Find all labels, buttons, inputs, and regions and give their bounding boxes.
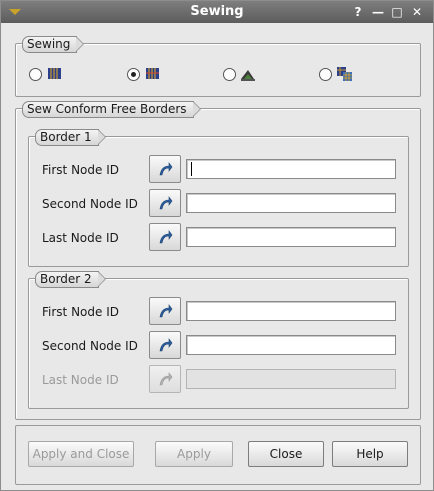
second-node-id-input[interactable] <box>186 193 396 213</box>
sewing-group: Sewing <box>15 36 421 97</box>
mode-radio-side-elements[interactable] <box>319 68 332 81</box>
apply-and-close-button[interactable]: Apply and Close <box>28 441 134 467</box>
side-elements-icon <box>337 67 352 81</box>
last-node-id-input[interactable] <box>186 227 396 247</box>
mode-radio-free-borders[interactable] <box>29 68 42 81</box>
selection-arrow-icon <box>159 372 173 386</box>
apply-button[interactable]: Apply <box>155 441 233 467</box>
free-borders-icon <box>48 68 61 79</box>
second-node-label: Second Node ID <box>42 197 138 211</box>
window-title: Sewing <box>190 4 244 19</box>
sew-conform-free-borders-group: Sew Conform Free Borders Border 1 First … <box>15 101 421 420</box>
help-title-button[interactable]: ? <box>350 4 366 20</box>
text-cursor <box>191 162 192 176</box>
first-node-select-button[interactable] <box>149 155 181 183</box>
mode-radio-border-to-side[interactable] <box>223 68 236 81</box>
selection-arrow-icon <box>159 196 173 210</box>
last-node-id-input[interactable] <box>186 369 396 389</box>
selection-arrow-icon <box>159 338 173 352</box>
title-bar[interactable]: Sewing ? — □ ✕ <box>1 1 433 23</box>
second-node-select-button[interactable] <box>149 331 181 359</box>
border-to-side-icon <box>241 70 255 81</box>
first-node-label: First Node ID <box>42 163 119 177</box>
selection-arrow-icon <box>159 230 173 244</box>
border-1-group: Border 1 First Node ID Second Node ID La… <box>28 129 409 267</box>
first-node-id-input[interactable] <box>186 301 396 321</box>
second-node-id-input[interactable] <box>186 335 396 355</box>
help-button[interactable]: Help <box>332 441 408 467</box>
last-node-label: Last Node ID <box>42 231 119 245</box>
sewing-dialog: Sewing ? — □ ✕ Sewing Sew Conform Free B… <box>0 0 434 491</box>
conform-free-borders-icon <box>146 68 159 79</box>
last-node-select-button[interactable] <box>149 223 181 251</box>
mode-radio-conform-free-borders[interactable] <box>127 68 140 81</box>
last-node-select-button[interactable] <box>149 365 181 393</box>
first-node-label: First Node ID <box>42 305 119 319</box>
button-panel: Apply and Close Apply Close Help <box>15 425 421 485</box>
border-1-label: Border 1 <box>35 129 106 146</box>
selection-arrow-icon <box>159 304 173 318</box>
minimize-button[interactable]: — <box>370 4 386 20</box>
second-node-select-button[interactable] <box>149 189 181 217</box>
last-node-label: Last Node ID <box>42 373 119 387</box>
maximize-button[interactable]: □ <box>389 4 405 20</box>
dialog-content: Sewing Sew Conform Free Borders Border 1… <box>1 23 433 490</box>
sewing-group-label: Sewing <box>22 36 85 53</box>
border-2-group: Border 2 First Node ID Second Node ID La… <box>28 271 409 409</box>
conform-group-label: Sew Conform Free Borders <box>22 101 201 118</box>
close-window-button[interactable]: ✕ <box>409 4 425 20</box>
first-node-select-button[interactable] <box>149 297 181 325</box>
second-node-label: Second Node ID <box>42 339 138 353</box>
close-button[interactable]: Close <box>248 441 324 467</box>
first-node-id-input[interactable] <box>186 159 396 179</box>
selection-arrow-icon <box>159 162 173 176</box>
border-2-label: Border 2 <box>35 271 106 288</box>
